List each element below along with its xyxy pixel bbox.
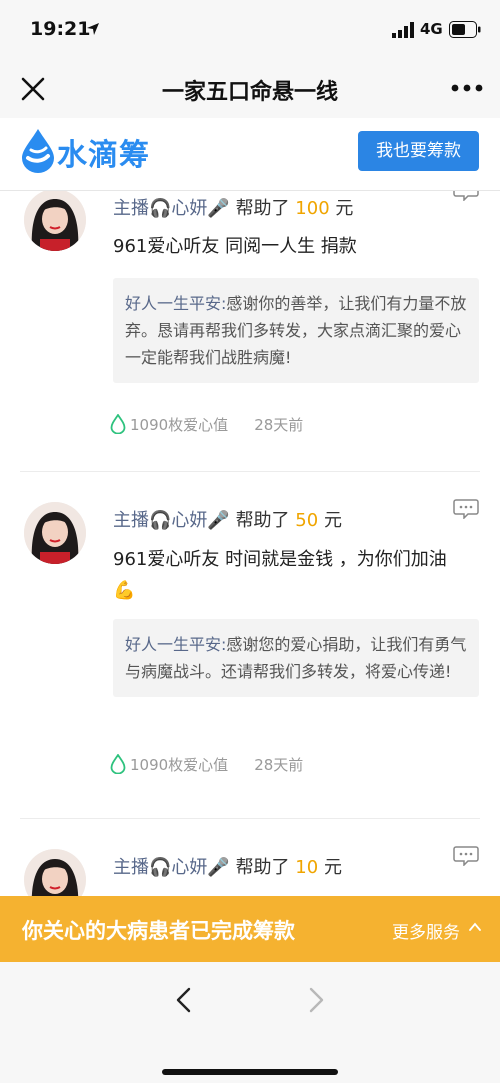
comment-icon[interactable] xyxy=(453,499,479,519)
donation-amount: 10 xyxy=(295,857,319,878)
browser-toolbar xyxy=(0,962,500,1083)
love-value: 1090枚爱心值 xyxy=(130,416,229,434)
brand-name: 水滴筹 xyxy=(57,138,150,173)
helped-label: 帮助了 xyxy=(235,198,290,219)
card-meta: 1090枚爱心值 28天前 xyxy=(110,414,303,435)
currency-unit: 元 xyxy=(323,857,342,878)
donation-message: 961爱心听友 同阅一人生 捐款 xyxy=(113,236,357,257)
currency-unit: 元 xyxy=(335,198,354,219)
donation-amount: 100 xyxy=(295,198,330,219)
reply-author: 好人一生平安: xyxy=(125,635,227,654)
card-meta: 1090枚爱心值 28天前 xyxy=(110,754,303,775)
reply-author: 好人一生平安: xyxy=(125,294,227,313)
brand-header: 水滴筹 我也要筹款 xyxy=(0,118,500,191)
donation-amount: 50 xyxy=(295,510,319,531)
status-bar: 19:21 4G xyxy=(0,0,500,60)
love-drop-icon xyxy=(110,414,126,434)
donor-name: 主播🎧心妍🎤 xyxy=(113,198,230,219)
signal-icon xyxy=(392,22,414,38)
banner-text: 你关心的大病患者已完成筹款 xyxy=(22,919,295,943)
donation-feed: 主播🎧心妍🎤 帮助了 100 元 961爱心听友 同阅一人生 捐款 好人一生平安… xyxy=(0,191,500,896)
avatar xyxy=(24,849,86,896)
network-type: 4G xyxy=(420,20,443,38)
home-indicator xyxy=(162,1069,338,1075)
comment-icon[interactable] xyxy=(453,191,479,201)
avatar xyxy=(24,502,86,564)
donation-summary: 主播🎧心妍🎤 帮助了 50 元 xyxy=(113,506,342,532)
reply-box: 好人一生平安:感谢你的善举，让我们有力量不放弃。恳请再帮我们多转发，大家点滴汇聚… xyxy=(113,278,479,383)
more-services-link[interactable]: 更多服务 xyxy=(392,918,460,943)
back-arrow-icon[interactable] xyxy=(172,986,196,1014)
helped-label: 帮助了 xyxy=(235,857,290,878)
battery-icon xyxy=(449,21,481,38)
reply-box: 好人一生平安:感谢您的爱心捐助，让我们有勇气与病魔战斗。还请帮我们多转发，将爱心… xyxy=(113,619,479,697)
water-drop-logo-icon xyxy=(22,129,54,173)
nav-bar: 一家五口命悬一线 xyxy=(0,60,500,118)
divider xyxy=(20,818,480,819)
love-value: 1090枚爱心值 xyxy=(130,756,229,774)
chevron-up-icon xyxy=(469,922,481,931)
status-time: 19:21 xyxy=(30,18,91,40)
donor-name: 主播🎧心妍🎤 xyxy=(113,857,230,878)
love-drop-icon xyxy=(110,754,126,774)
helped-label: 帮助了 xyxy=(235,510,290,531)
donor-name: 主播🎧心妍🎤 xyxy=(113,510,230,531)
start-fundraise-button[interactable]: 我也要筹款 xyxy=(358,131,479,171)
donation-message: 961爱心听友 时间就是金钱 ，为你们加油💪 xyxy=(113,549,447,601)
donation-summary: 主播🎧心妍🎤 帮助了 10 元 xyxy=(113,853,342,879)
timestamp: 28天前 xyxy=(254,756,304,774)
divider xyxy=(20,471,480,472)
timestamp: 28天前 xyxy=(254,416,304,434)
page-title: 一家五口命悬一线 xyxy=(161,80,338,105)
forward-arrow-icon[interactable] xyxy=(304,986,328,1014)
donation-summary: 主播🎧心妍🎤 帮助了 100 元 xyxy=(113,194,353,220)
comment-icon[interactable] xyxy=(453,846,479,866)
fundraise-complete-banner[interactable]: 你关心的大病患者已完成筹款 更多服务 xyxy=(0,896,500,962)
currency-unit: 元 xyxy=(323,510,342,531)
location-arrow-icon xyxy=(87,23,99,35)
more-icon[interactable] xyxy=(450,83,484,93)
avatar xyxy=(24,191,86,251)
